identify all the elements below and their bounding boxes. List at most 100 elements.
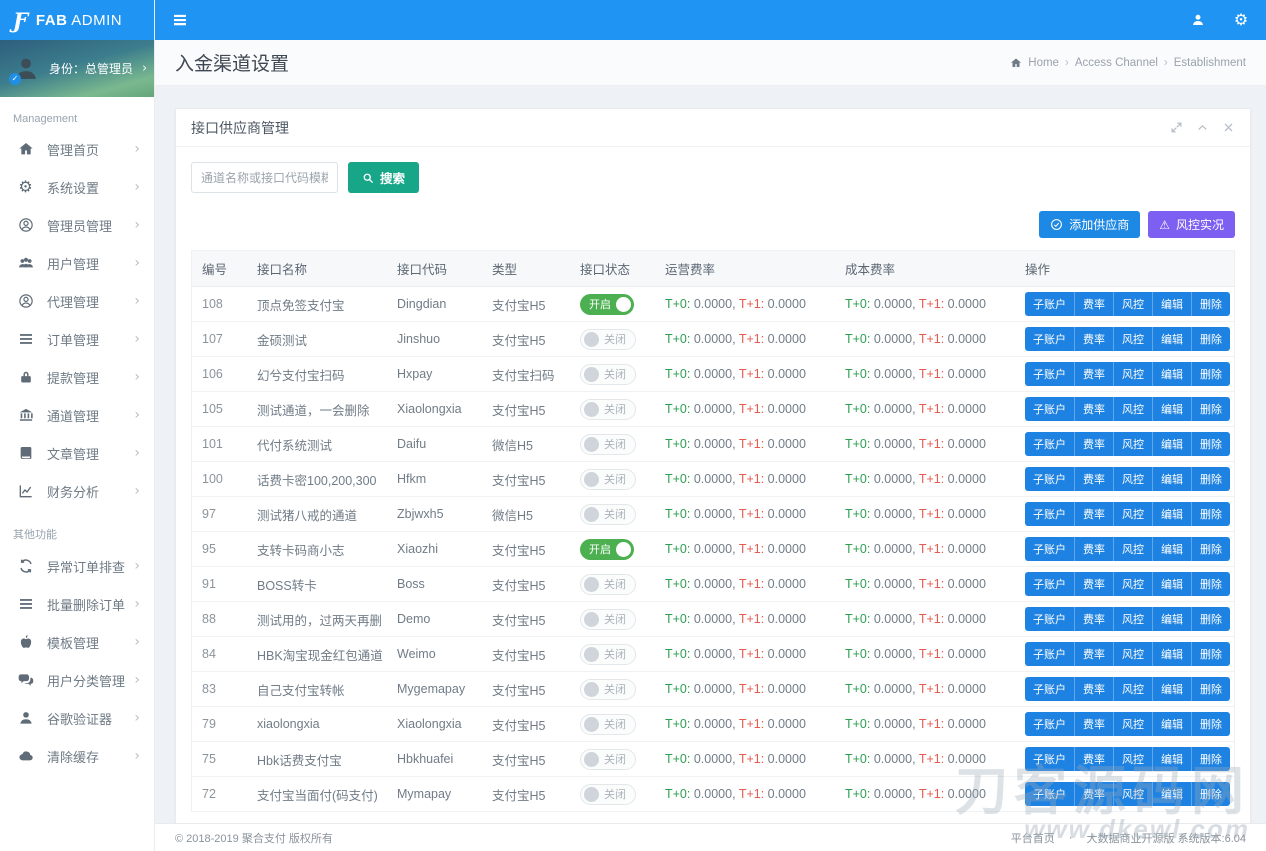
action-button-编辑[interactable]: 编辑 [1153, 502, 1192, 526]
search-input[interactable] [191, 162, 338, 193]
action-button-费率[interactable]: 费率 [1075, 292, 1114, 316]
action-button-子账户[interactable]: 子账户 [1025, 782, 1075, 806]
action-button-风控[interactable]: 风控 [1114, 397, 1153, 421]
status-toggle[interactable]: 关闭 [580, 644, 636, 665]
action-button-子账户[interactable]: 子账户 [1025, 397, 1075, 421]
action-button-编辑[interactable]: 编辑 [1153, 292, 1192, 316]
action-button-费率[interactable]: 费率 [1075, 572, 1114, 596]
action-button-子账户[interactable]: 子账户 [1025, 467, 1075, 491]
user-icon[interactable] [1190, 12, 1206, 28]
action-button-风控[interactable]: 风控 [1114, 327, 1153, 351]
sidebar-item-用户管理[interactable]: 用户管理 › [0, 244, 154, 282]
action-button-编辑[interactable]: 编辑 [1153, 782, 1192, 806]
action-button-费率[interactable]: 费率 [1075, 362, 1114, 386]
expand-icon[interactable] [1170, 121, 1183, 134]
action-button-费率[interactable]: 费率 [1075, 397, 1114, 421]
sidebar-item-代理管理[interactable]: 代理管理 › [0, 282, 154, 320]
action-button-费率[interactable]: 费率 [1075, 467, 1114, 491]
action-button-删除[interactable]: 删除 [1192, 677, 1230, 701]
action-button-删除[interactable]: 删除 [1192, 607, 1230, 631]
gear-icon[interactable]: ⚙ [1233, 12, 1249, 28]
action-button-费率[interactable]: 费率 [1075, 432, 1114, 456]
sidebar-item-批量删除订单[interactable]: 批量删除订单 › [0, 585, 154, 623]
action-button-删除[interactable]: 删除 [1192, 397, 1230, 421]
action-button-删除[interactable]: 删除 [1192, 292, 1230, 316]
sidebar-item-文章管理[interactable]: 文章管理 › [0, 434, 154, 472]
platform-home-link[interactable]: 平台首页 [1011, 830, 1055, 846]
status-toggle[interactable]: 关闭 [580, 399, 636, 420]
sidebar-item-通道管理[interactable]: 通道管理 › [0, 396, 154, 434]
action-button-风控[interactable]: 风控 [1114, 572, 1153, 596]
action-button-子账户[interactable]: 子账户 [1025, 642, 1075, 666]
status-toggle[interactable]: 关闭 [580, 469, 636, 490]
sidebar-item-用户分类管理[interactable]: 用户分类管理 › [0, 661, 154, 699]
action-button-编辑[interactable]: 编辑 [1153, 327, 1192, 351]
action-button-子账户[interactable]: 子账户 [1025, 677, 1075, 701]
breadcrumb-item[interactable]: Home [1028, 57, 1059, 69]
action-button-费率[interactable]: 费率 [1075, 607, 1114, 631]
breadcrumb-item[interactable]: Access Channel [1075, 57, 1158, 69]
status-toggle[interactable]: 关闭 [580, 714, 636, 735]
action-button-风控[interactable]: 风控 [1114, 292, 1153, 316]
status-toggle[interactable]: 关闭 [580, 434, 636, 455]
action-button-删除[interactable]: 删除 [1192, 362, 1230, 386]
action-button-风控[interactable]: 风控 [1114, 432, 1153, 456]
sidebar-item-管理首页[interactable]: 管理首页 › [0, 130, 154, 168]
action-button-风控[interactable]: 风控 [1114, 677, 1153, 701]
bars-icon[interactable]: ≡ [172, 11, 188, 30]
app-logo[interactable]: Ƒ FAB ADMIN [0, 0, 154, 40]
action-button-子账户[interactable]: 子账户 [1025, 292, 1075, 316]
action-button-编辑[interactable]: 编辑 [1153, 362, 1192, 386]
action-button-费率[interactable]: 费率 [1075, 782, 1114, 806]
action-button-风控[interactable]: 风控 [1114, 782, 1153, 806]
action-button-编辑[interactable]: 编辑 [1153, 467, 1192, 491]
action-button-子账户[interactable]: 子账户 [1025, 747, 1075, 771]
action-button-费率[interactable]: 费率 [1075, 712, 1114, 736]
status-toggle[interactable]: 开启 [580, 294, 634, 315]
risk-live-button[interactable]: ⚠ 风控实况 [1148, 211, 1235, 238]
action-button-删除[interactable]: 删除 [1192, 327, 1230, 351]
action-button-费率[interactable]: 费率 [1075, 537, 1114, 561]
action-button-编辑[interactable]: 编辑 [1153, 432, 1192, 456]
action-button-子账户[interactable]: 子账户 [1025, 537, 1075, 561]
action-button-删除[interactable]: 删除 [1192, 642, 1230, 666]
action-button-子账户[interactable]: 子账户 [1025, 502, 1075, 526]
action-button-子账户[interactable]: 子账户 [1025, 432, 1075, 456]
status-toggle[interactable]: 关闭 [580, 364, 636, 385]
add-supplier-button[interactable]: 添加供应商 [1039, 211, 1140, 238]
status-toggle[interactable]: 关闭 [580, 504, 636, 525]
action-button-风控[interactable]: 风控 [1114, 537, 1153, 561]
action-button-子账户[interactable]: 子账户 [1025, 327, 1075, 351]
action-button-风控[interactable]: 风控 [1114, 362, 1153, 386]
search-button[interactable]: 搜索 [348, 162, 419, 193]
action-button-编辑[interactable]: 编辑 [1153, 747, 1192, 771]
action-button-编辑[interactable]: 编辑 [1153, 397, 1192, 421]
action-button-子账户[interactable]: 子账户 [1025, 572, 1075, 596]
breadcrumb-item[interactable]: Establishment [1174, 57, 1246, 69]
action-button-删除[interactable]: 删除 [1192, 502, 1230, 526]
action-button-风控[interactable]: 风控 [1114, 642, 1153, 666]
action-button-删除[interactable]: 删除 [1192, 782, 1230, 806]
action-button-编辑[interactable]: 编辑 [1153, 712, 1192, 736]
action-button-编辑[interactable]: 编辑 [1153, 537, 1192, 561]
action-button-编辑[interactable]: 编辑 [1153, 677, 1192, 701]
action-button-费率[interactable]: 费率 [1075, 747, 1114, 771]
sidebar-item-财务分析[interactable]: 财务分析 › [0, 472, 154, 510]
sidebar-item-谷歌验证器[interactable]: 谷歌验证器 › [0, 699, 154, 737]
sidebar-item-系统设置[interactable]: ⚙ 系统设置 › [0, 168, 154, 206]
action-button-费率[interactable]: 费率 [1075, 502, 1114, 526]
user-panel[interactable]: ✓ 身份：总管理员 › [0, 40, 154, 97]
sidebar-item-异常订单排查[interactable]: 异常订单排查 › [0, 547, 154, 585]
action-button-风控[interactable]: 风控 [1114, 607, 1153, 631]
sidebar-item-订单管理[interactable]: 订单管理 › [0, 320, 154, 358]
action-button-子账户[interactable]: 子账户 [1025, 712, 1075, 736]
sidebar-item-提款管理[interactable]: 提款管理 › [0, 358, 154, 396]
action-button-费率[interactable]: 费率 [1075, 677, 1114, 701]
collapse-icon[interactable] [1196, 121, 1209, 134]
action-button-编辑[interactable]: 编辑 [1153, 572, 1192, 596]
close-icon[interactable] [1222, 121, 1235, 134]
status-toggle[interactable]: 开启 [580, 539, 634, 560]
action-button-子账户[interactable]: 子账户 [1025, 607, 1075, 631]
status-toggle[interactable]: 关闭 [580, 784, 636, 805]
status-toggle[interactable]: 关闭 [580, 574, 636, 595]
